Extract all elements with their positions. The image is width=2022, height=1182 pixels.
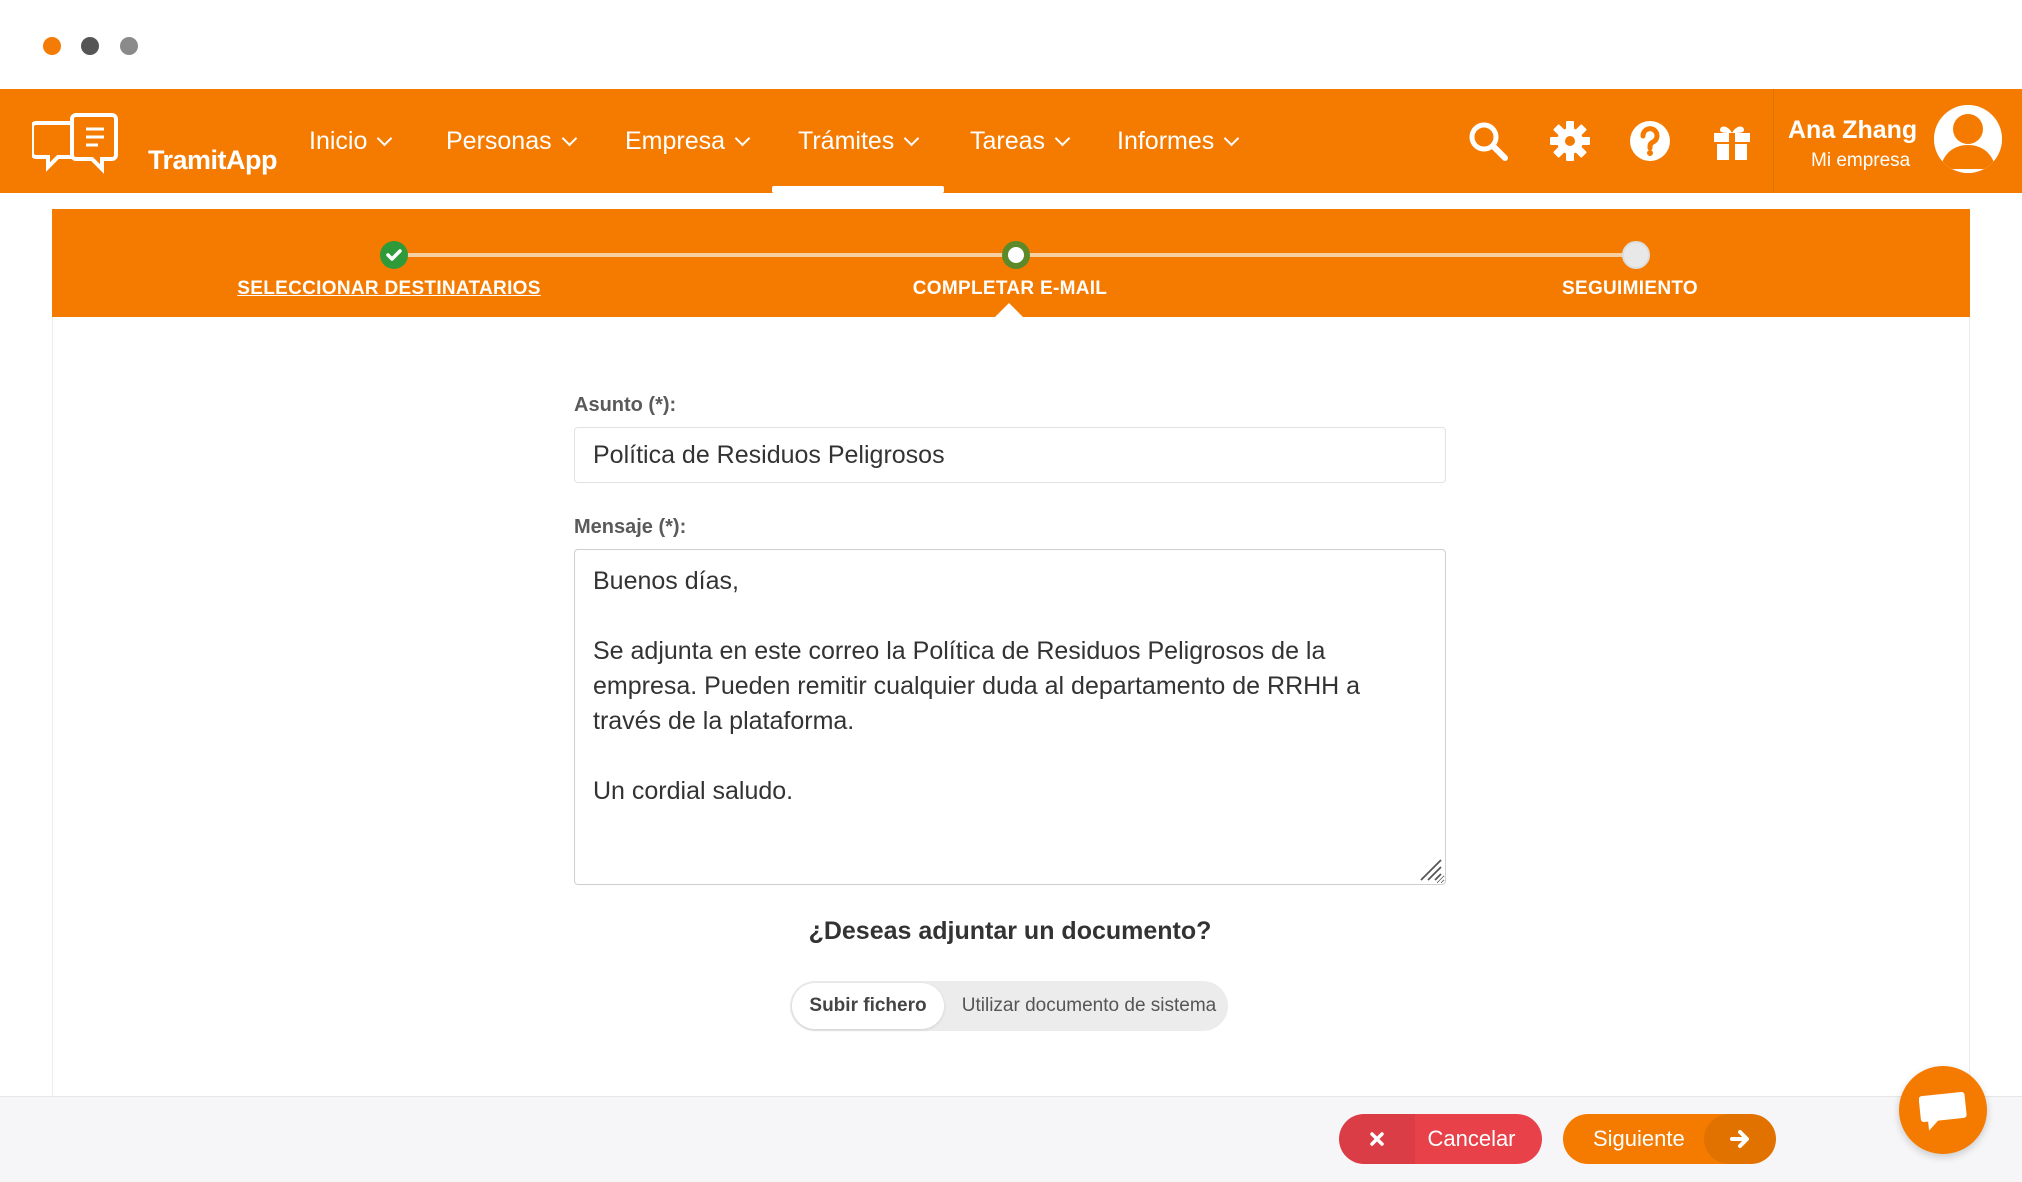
upload-file-option[interactable]: Subir fichero bbox=[792, 983, 944, 1029]
chevron-down-icon bbox=[1223, 130, 1240, 147]
chevron-down-icon bbox=[377, 130, 393, 147]
nav-item-label: Tareas bbox=[970, 127, 1046, 155]
user-avatar-icon bbox=[1934, 105, 2002, 173]
window-maximize-dot[interactable] bbox=[120, 37, 138, 55]
cancel-button-label: Cancelar bbox=[1427, 1126, 1516, 1151]
gear-icon[interactable] bbox=[1548, 119, 1592, 163]
nav-item-inicio[interactable]: Inicio bbox=[309, 127, 393, 156]
nav-active-indicator bbox=[772, 186, 944, 193]
avatar[interactable] bbox=[1934, 105, 2002, 173]
current-step-pointer bbox=[995, 303, 1023, 317]
chevron-down-icon bbox=[734, 130, 751, 147]
attach-question: ¿Deseas adjuntar un documento? bbox=[808, 917, 1212, 945]
user-divider bbox=[1773, 89, 1774, 193]
nav-item-informes[interactable]: Informes bbox=[1117, 127, 1240, 156]
help-icon[interactable] bbox=[1628, 119, 1672, 163]
subject-label: Asunto (*): bbox=[574, 394, 677, 416]
logo-wordmark: TramitApp bbox=[148, 145, 278, 176]
nav-item-label: Personas bbox=[446, 127, 552, 155]
top-navbar: TramitApp Inicio Personas Empresa Trámit… bbox=[0, 89, 2022, 193]
gift-icon[interactable] bbox=[1710, 119, 1754, 163]
subject-input[interactable] bbox=[574, 427, 1446, 483]
arrow-right-icon bbox=[1704, 1114, 1776, 1164]
step-current-circle bbox=[1002, 241, 1030, 269]
logo-word-app: App bbox=[226, 145, 278, 175]
nav-item-label: Trámites bbox=[798, 127, 895, 155]
chat-bubble-icon bbox=[1919, 1091, 1967, 1131]
cancel-button[interactable]: Cancelar bbox=[1339, 1114, 1542, 1164]
step-done-circle[interactable] bbox=[380, 241, 408, 269]
chat-support-button[interactable] bbox=[1899, 1066, 1987, 1154]
step-connector bbox=[396, 253, 1016, 257]
checkmark-icon bbox=[386, 249, 402, 261]
nav-item-label: Empresa bbox=[625, 127, 726, 155]
nav-item-empresa[interactable]: Empresa bbox=[625, 127, 751, 156]
chevron-down-icon bbox=[904, 130, 920, 147]
step-label-seguimiento: SEGUIMIENTO bbox=[1562, 278, 1698, 299]
close-icon bbox=[1339, 1114, 1415, 1164]
window-titlebar bbox=[0, 0, 2022, 89]
next-button[interactable]: Siguiente bbox=[1563, 1114, 1776, 1164]
user-name[interactable]: Ana Zhang bbox=[1788, 116, 1917, 145]
user-company[interactable]: Mi empresa bbox=[1811, 150, 1910, 172]
attach-source-toggle: Subir fichero Utilizar documento de sist… bbox=[790, 981, 1228, 1031]
wizard-stepper: SELECCIONAR DESTINATARIOS COMPLETAR E-MA… bbox=[52, 209, 1970, 317]
nav-item-label: Informes bbox=[1117, 127, 1215, 155]
next-button-label: Siguiente bbox=[1593, 1126, 1685, 1151]
step-label-destinatarios[interactable]: SELECCIONAR DESTINATARIOS bbox=[237, 278, 540, 300]
action-footer: Cancelar Siguiente bbox=[0, 1096, 2022, 1182]
step-connector bbox=[1018, 253, 1636, 257]
chevron-down-icon bbox=[561, 130, 577, 147]
nav-item-tramites[interactable]: Trámites bbox=[798, 127, 920, 156]
window-minimize-dot[interactable] bbox=[81, 37, 99, 55]
step-pending-circle bbox=[1622, 241, 1650, 269]
logo-word-tramit: Tramit bbox=[148, 145, 227, 175]
nav-item-tareas[interactable]: Tareas bbox=[970, 127, 1071, 156]
nav-item-personas[interactable]: Personas bbox=[446, 127, 577, 156]
window-close-dot[interactable] bbox=[43, 37, 61, 55]
nav-item-label: Inicio bbox=[309, 127, 368, 155]
message-label: Mensaje (*): bbox=[574, 516, 687, 538]
message-textarea[interactable] bbox=[574, 549, 1446, 885]
resize-handle-icon[interactable] bbox=[1417, 856, 1443, 882]
chevron-down-icon bbox=[1054, 130, 1071, 147]
search-icon[interactable] bbox=[1466, 119, 1510, 163]
step-label-completar-email: COMPLETAR E-MAIL bbox=[912, 278, 1108, 299]
chat-bubbles-logo-icon bbox=[32, 113, 118, 174]
app-logo[interactable]: TramitApp bbox=[32, 109, 278, 175]
system-document-option[interactable]: Utilizar documento de sistema bbox=[956, 981, 1222, 1031]
